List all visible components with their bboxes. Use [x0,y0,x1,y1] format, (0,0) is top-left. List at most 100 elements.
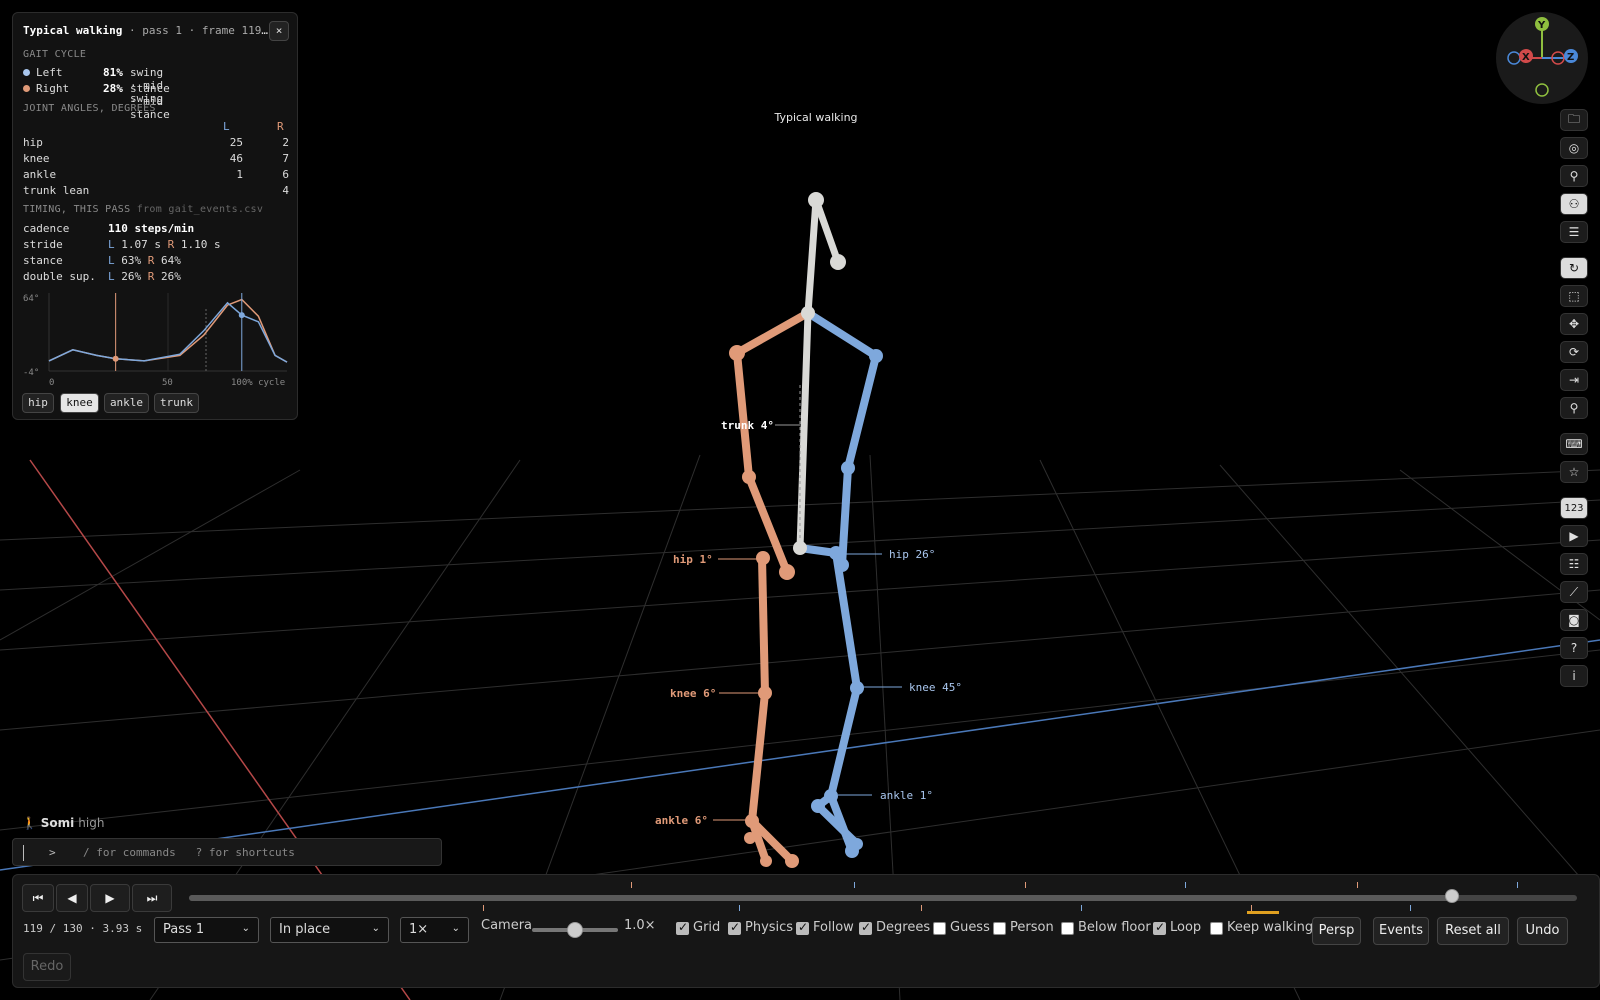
video-icon[interactable]: ▶ [1560,525,1588,547]
left-event-tick [1410,905,1411,911]
chart-y-top-label: 64° [23,294,39,304]
double-support-values: L 26% R 26% [108,270,181,283]
loop-checkbox[interactable] [1153,920,1166,935]
events-button[interactable]: Events [1373,917,1429,945]
agent-name: Somi [40,816,75,830]
right-hip-angle-label: hip 1° [673,553,713,566]
walk-icon[interactable]: ⚲ [1560,165,1588,187]
mode-select-value: In place [279,922,331,937]
refresh-icon[interactable]: ↻ [1560,257,1588,279]
left-event-tick [854,882,855,888]
z-axis-line [0,639,1600,871]
left-gait-row: Left 81% swing · mid swing [23,66,163,105]
below-floor-checkbox[interactable] [1061,922,1074,935]
right-gait-phase: stance · mid stance [130,82,170,121]
gizmo-x-label: X [1522,52,1530,63]
keep-walking-checkbox[interactable] [1210,922,1223,935]
grid-checkbox[interactable] [676,920,689,935]
chart-x-0-label: 0 [49,378,54,387]
last-frame-button[interactable]: ⏭ [132,884,172,912]
keep-walking-label: Keep walking [1227,920,1314,935]
angle-leaders [713,424,902,821]
angle-right-value: 2 [282,136,289,149]
physics-checkbox[interactable] [728,920,741,935]
gizmo-y-label: Y [1537,20,1546,31]
timeline-thumb[interactable] [1445,889,1460,903]
right-event-tick [921,905,922,911]
loop-label: Loop [1170,920,1202,935]
left-event-tick [1081,905,1082,911]
tab-hip[interactable]: hip [22,393,54,413]
angles-col-right: R [277,120,284,133]
gamepad-icon[interactable]: ⌨ [1560,433,1588,455]
reset-all-button[interactable]: Reset all [1437,917,1509,945]
rotate-icon[interactable]: ⟳ [1560,341,1588,363]
notes-icon[interactable]: ☷ [1560,553,1588,575]
pin-icon[interactable]: ⚲ [1560,397,1588,419]
star-icon[interactable]: ☆ [1560,461,1588,483]
follow-label: Follow [813,920,854,935]
two-figures-icon[interactable]: ⚇ [1560,193,1588,215]
guess-checkbox[interactable] [933,922,946,935]
list-icon[interactable]: ☰ [1560,221,1588,243]
panel-header: Typical walking · pass 1 · frame 119 · 3… [23,24,273,37]
timing-heading: TIMING, THIS PASS from gait_events.csv [23,204,263,215]
help-icon[interactable]: ? [1560,637,1588,659]
close-icon[interactable]: × [269,21,289,41]
stance-label: stance [23,254,63,267]
right-gait-pct: 28% [103,82,123,95]
right-knee-angle-label: knee 6° [670,687,716,700]
numbers-icon[interactable]: 123 [1560,497,1588,519]
follow-checkbox[interactable] [796,920,809,935]
select-box-icon[interactable]: ⬚ [1560,285,1588,307]
right-gait-label: Right [36,82,70,95]
graph-icon[interactable]: ⟋ [1560,581,1588,603]
first-frame-button[interactable]: ⏮ [22,884,54,912]
move-icon[interactable]: ✥ [1560,313,1588,335]
command-input[interactable]: > / for commands ? for shortcuts [12,838,442,866]
tab-trunk[interactable]: trunk [154,393,199,413]
pass-select-value: Pass 1 [163,922,205,937]
left-hip-angle-label: hip 26° [889,548,935,561]
undo-button[interactable]: Undo [1517,917,1568,945]
camera-zoom-thumb[interactable] [567,922,583,938]
orientation-gizmo[interactable]: Y X Z [1496,12,1588,104]
folder-icon[interactable]: 🗀 [1560,109,1588,131]
frame-readout: 119 / 130 · 3.93 s [23,922,143,935]
stance-left: 63% [121,254,142,267]
angle-name: trunk lean [23,184,90,197]
right-event-tick [1357,882,1358,888]
timeline-scrubber[interactable] [189,882,1577,914]
left-event-tick [1185,882,1186,888]
scene-title: Typical walking [774,111,858,124]
speed-select[interactable]: 1× ⌄ [400,917,469,943]
mode-select[interactable]: In place ⌄ [270,917,389,943]
info-icon[interactable]: i [1560,665,1588,687]
pass-select[interactable]: Pass 1 ⌄ [154,917,259,943]
angles-heading: JOINT ANGLES, DEGREES [23,103,156,114]
persp-button[interactable]: Persp [1312,917,1361,945]
gizmo-neg-y-icon[interactable] [1535,83,1549,97]
redo-button[interactable]: Redo [23,953,71,981]
left-dot-icon [23,69,30,76]
to-end-icon[interactable]: ⇥ [1560,369,1588,391]
play-button[interactable]: ▶ [90,884,130,912]
prev-frame-button[interactable]: ◀ [56,884,88,912]
right-event-tick [631,882,632,888]
target-icon[interactable]: ◎ [1560,137,1588,159]
gizmo-neg-x-icon[interactable] [1507,51,1521,65]
table-row: ankle 1 6 [23,168,293,182]
chart-x-50-label: 50 [162,378,173,387]
current-pass-marker [1247,911,1279,914]
angles-col-left: L [223,120,230,133]
left-ankle-angle-label: ankle 1° [880,789,933,802]
camera-zoom-slider[interactable] [532,922,618,938]
degrees-checkbox[interactable] [859,920,872,935]
camera-icon[interactable]: ◙ [1560,609,1588,631]
tab-knee[interactable]: knee [60,393,99,413]
cadence-label: cadence [23,222,70,235]
stride-left: 1.07 s [121,238,161,251]
tab-ankle[interactable]: ankle [104,393,149,413]
cadence-value: 110 steps/min [108,222,195,235]
person-checkbox[interactable] [993,922,1006,935]
